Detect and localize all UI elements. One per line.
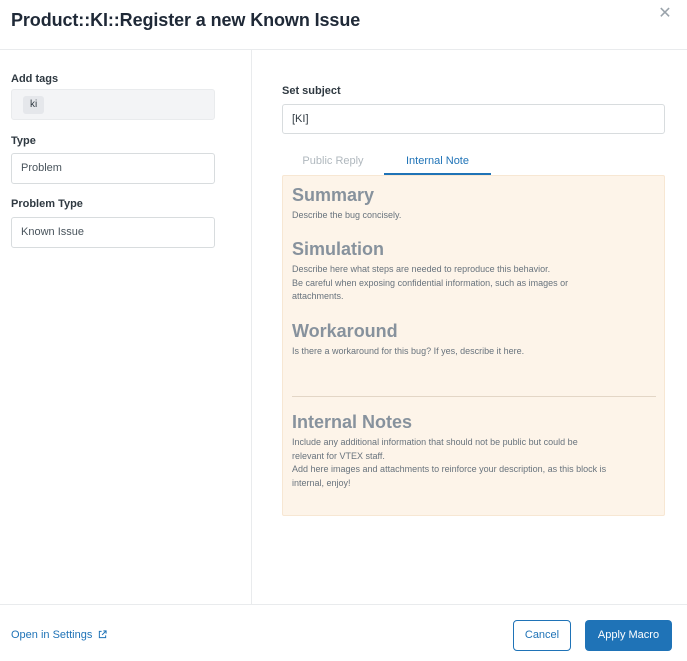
section-body-internal-notes: Include any additional information that … <box>292 436 662 491</box>
body-line: Include any additional information that … <box>292 437 578 447</box>
body-line: Describe here what steps are needed to r… <box>292 264 551 274</box>
body-line: internal, enjoy! <box>292 478 351 489</box>
body-line: Is there a workaround for this bug? If y… <box>292 346 525 356</box>
add-tags-label: Add tags <box>11 73 59 85</box>
close-icon[interactable]: ✕ <box>657 6 673 22</box>
modal-header: Product::KI::Register a new Known Issue … <box>0 0 687 50</box>
modal-title: Product::KI::Register a new Known Issue <box>11 10 361 30</box>
section-divider <box>292 396 656 397</box>
section-title-internal-notes: Internal Notes <box>292 412 413 432</box>
body-line: relevant for VTEX staff. <box>292 450 385 461</box>
comment-tabs: Public Reply Internal Note <box>282 150 665 175</box>
modal-footer: Open in Settings Cancel Apply Macro <box>0 604 687 661</box>
problem-type-label: Problem Type <box>11 198 83 210</box>
tag-chip[interactable]: ki <box>23 96 45 114</box>
open-in-settings-link[interactable]: Open in Settings <box>11 629 108 641</box>
open-in-settings-label: Open in Settings <box>11 629 93 641</box>
section-body-summary: Describe the bug concisely. <box>292 209 662 223</box>
problem-type-field[interactable]: Known Issue <box>11 217 215 248</box>
section-title-simulation: Simulation <box>292 239 385 259</box>
section-title-summary: Summary <box>292 185 375 205</box>
subject-input[interactable]: [KI] <box>282 104 665 134</box>
subject-label: Set subject <box>282 85 341 97</box>
tags-input[interactable]: ki <box>11 89 215 120</box>
left-panel: Add tags ki Type Problem Problem Type Kn… <box>0 50 252 604</box>
body-line: attachments. <box>292 291 344 302</box>
section-title-workaround: Workaround <box>292 321 398 341</box>
tab-public-reply[interactable]: Public Reply <box>282 150 384 175</box>
section-body-workaround: Is there a workaround for this bug? If y… <box>292 345 662 359</box>
body-line: Add here images and attachments to reinf… <box>292 464 607 475</box>
type-field[interactable]: Problem <box>11 153 215 184</box>
section-body-simulation: Describe here what steps are needed to r… <box>292 263 662 304</box>
macro-modal: Product::KI::Register a new Known Issue … <box>0 0 687 661</box>
body-line: Be careful when exposing confidential in… <box>292 277 569 288</box>
internal-note-editor[interactable]: Summary Describe the bug concisely. Simu… <box>282 175 665 516</box>
external-link-icon <box>98 630 108 640</box>
cancel-button[interactable]: Cancel <box>513 620 571 651</box>
right-panel: Set subject [KI] Public Reply Internal N… <box>252 50 687 604</box>
body-line: Describe the bug concisely. <box>292 210 402 220</box>
apply-macro-button[interactable]: Apply Macro <box>585 620 672 651</box>
type-label: Type <box>11 135 36 147</box>
tab-internal-note[interactable]: Internal Note <box>384 150 491 175</box>
